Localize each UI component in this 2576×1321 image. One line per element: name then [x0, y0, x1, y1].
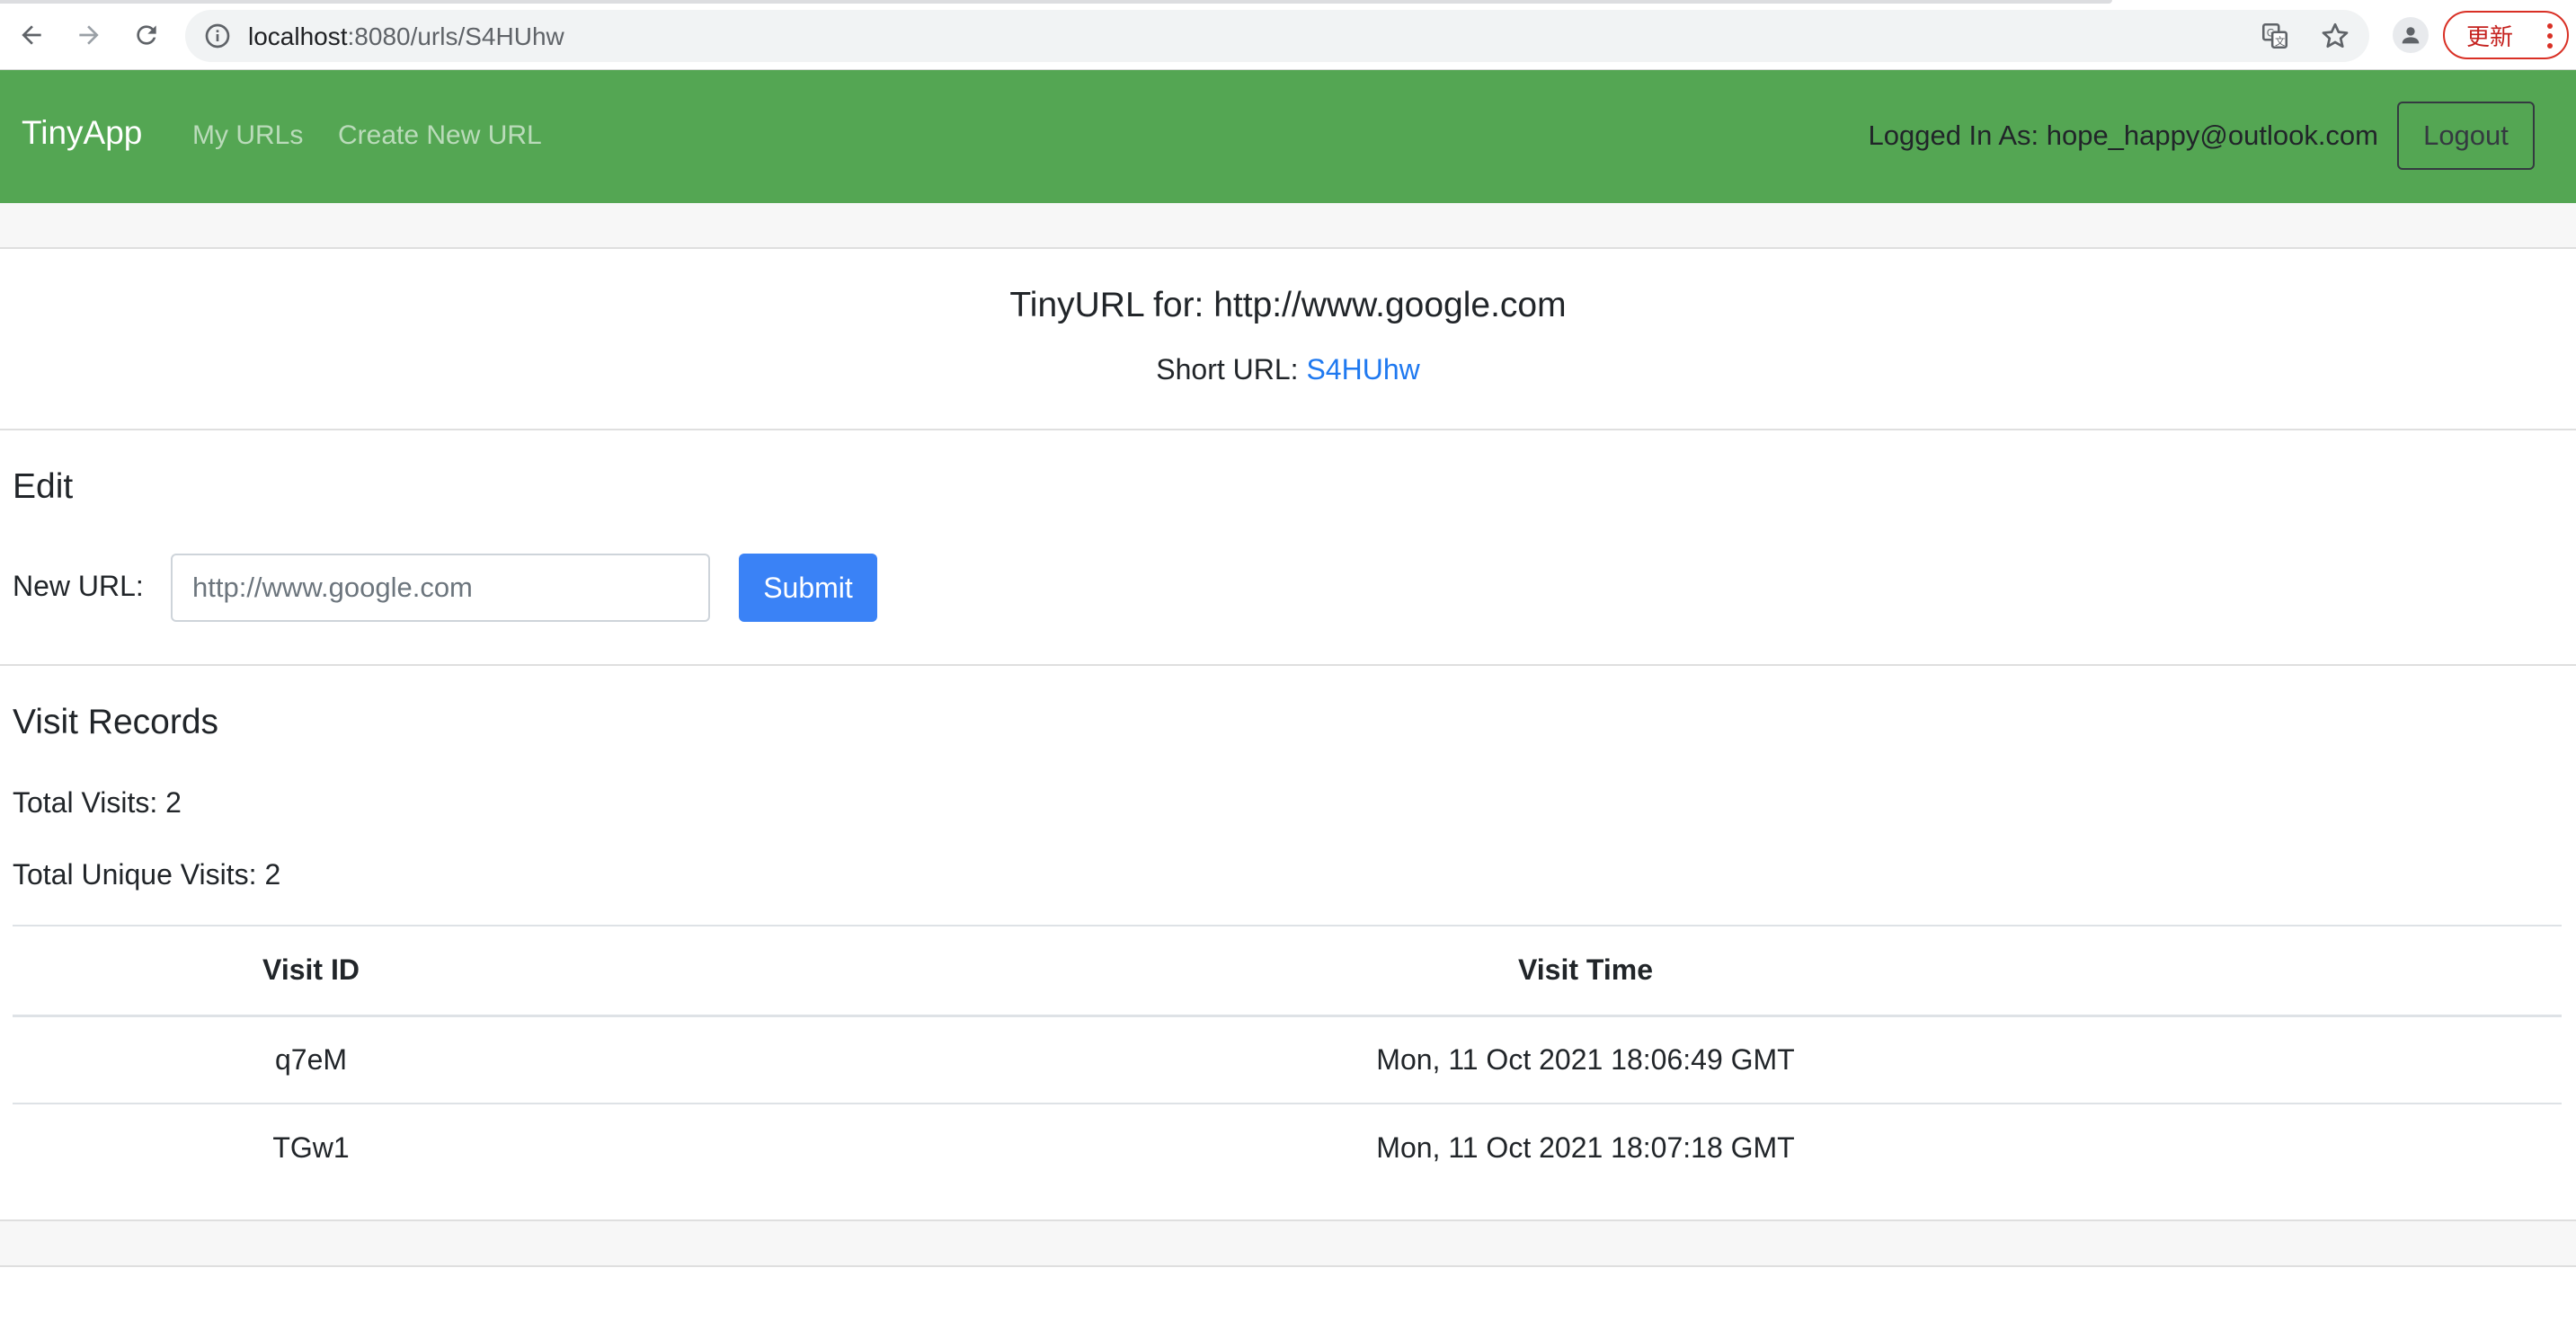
short-url-label: Short URL:	[1156, 353, 1307, 386]
profile-avatar-icon[interactable]	[2393, 17, 2429, 53]
logout-button[interactable]: Logout	[2397, 102, 2535, 170]
more-menu-icon[interactable]	[2547, 23, 2553, 49]
edit-section: Edit New URL: Submit	[0, 430, 2576, 666]
table-header-row: Visit ID Visit Time	[13, 925, 2562, 1017]
visit-id-cell: q7eM	[13, 1015, 609, 1104]
card-footer	[0, 1221, 2576, 1267]
logged-in-status: Logged In As: hope_happy@outlook.com	[1868, 120, 2379, 151]
page-title: TinyURL for: http://www.google.com	[1009, 286, 1567, 324]
svg-text:文: 文	[2275, 35, 2285, 48]
visit-records-section: Visit Records Total Visits: 2 Total Uniq…	[0, 666, 2576, 1221]
address-bar[interactable]: localhost:8080/urls/S4HUhw G文	[185, 10, 2369, 62]
update-label: 更新	[2466, 22, 2514, 50]
new-url-label: New URL:	[13, 570, 144, 602]
reload-icon[interactable]	[126, 14, 167, 56]
column-header-visit-id: Visit ID	[13, 925, 609, 1017]
card-header	[0, 203, 2576, 249]
total-visits: Total Visits: 2	[13, 786, 182, 819]
column-header-visit-time: Visit Time	[609, 925, 2562, 1017]
table-row: q7eM Mon, 11 Oct 2021 18:06:49 GMT	[13, 1015, 2562, 1104]
visit-time-cell: Mon, 11 Oct 2021 18:07:18 GMT	[1376, 1131, 1795, 1164]
total-unique-visits: Total Unique Visits: 2	[13, 858, 281, 891]
visit-time-cell: Mon, 11 Oct 2021 18:06:49 GMT	[609, 1015, 2562, 1104]
url-text[interactable]: localhost:8080/urls/S4HUhw	[248, 22, 564, 51]
table-row: TGw1 Mon, 11 Oct 2021 18:07:18 GMT	[13, 1104, 2562, 1192]
visits-table: Visit ID Visit Time q7eM Mon, 11 Oct 202…	[13, 925, 2562, 1192]
visit-records-heading: Visit Records	[13, 703, 219, 741]
site-info-icon[interactable]	[203, 22, 232, 50]
new-url-input[interactable]	[171, 554, 710, 622]
browser-toolbar: localhost:8080/urls/S4HUhw G文 更新	[0, 0, 2576, 70]
back-icon[interactable]	[11, 14, 52, 56]
edit-heading: Edit	[13, 467, 74, 506]
forward-icon[interactable]	[68, 14, 110, 56]
navbar: TinyApp My URLs Create New URL Logged In…	[0, 70, 2576, 203]
visit-id-cell: TGw1	[272, 1131, 350, 1164]
url-info-section: TinyURL for: http://www.google.com Short…	[0, 249, 2576, 430]
submit-button[interactable]: Submit	[739, 554, 877, 622]
nav-create-new-url[interactable]: Create New URL	[338, 120, 542, 151]
short-url-link[interactable]: S4HUhw	[1306, 353, 1419, 386]
short-url-line: Short URL: S4HUhw	[0, 353, 2576, 386]
translate-icon[interactable]: G文	[2260, 21, 2290, 51]
url-host: localhost	[248, 22, 348, 50]
tab-strip-edge	[0, 0, 2112, 4]
url-path: :8080/urls/S4HUhw	[347, 22, 564, 50]
brand-link[interactable]: TinyApp	[22, 114, 142, 152]
nav-my-urls[interactable]: My URLs	[192, 120, 303, 151]
bookmark-star-icon[interactable]	[2319, 20, 2351, 52]
browser-update-button[interactable]: 更新	[2443, 11, 2569, 59]
